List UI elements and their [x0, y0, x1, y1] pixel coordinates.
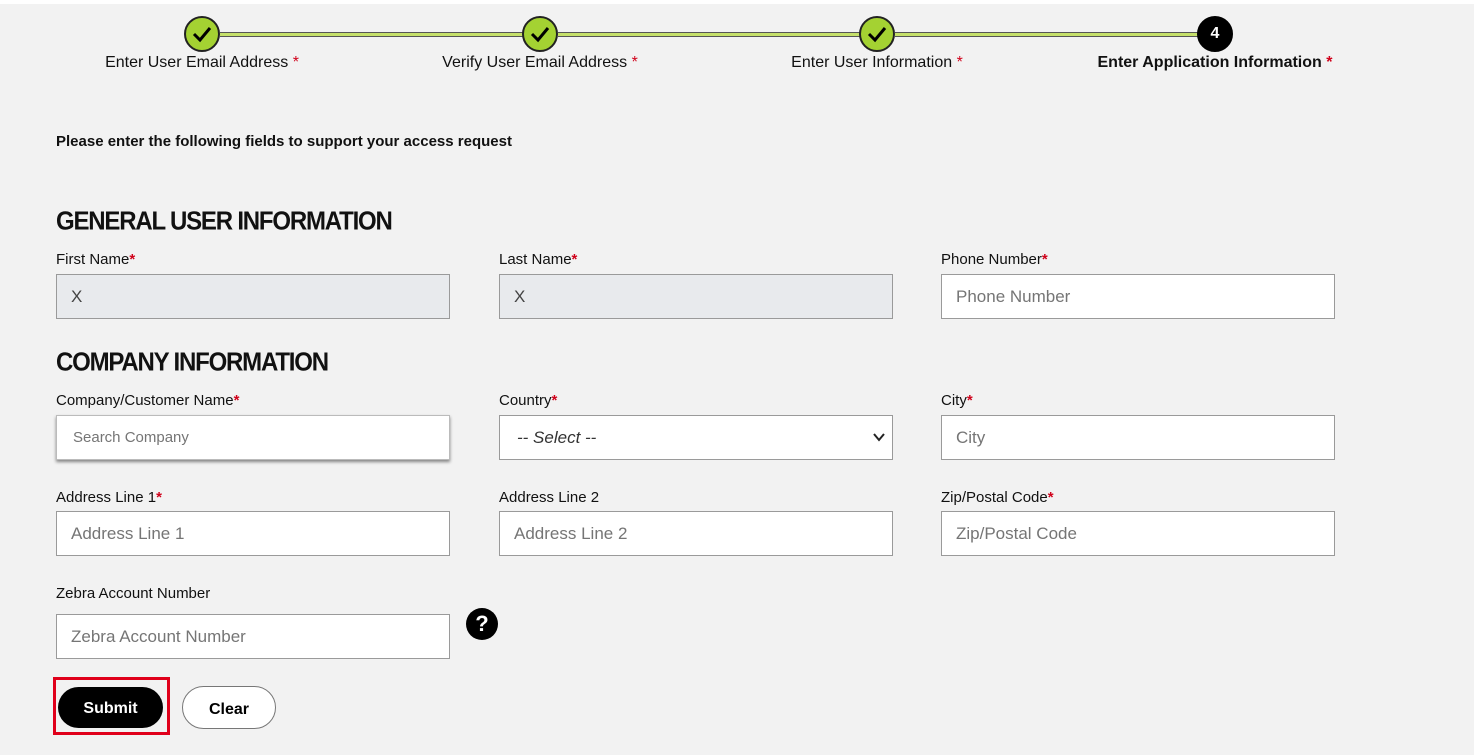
last-name-field: X — [499, 274, 893, 319]
submit-button[interactable]: Submit — [58, 687, 163, 728]
step-3-complete-icon — [859, 16, 895, 52]
step-connector — [220, 32, 524, 37]
step-1-complete-icon — [184, 16, 220, 52]
step-connector — [558, 32, 861, 37]
general-section-title: GENERAL USER INFORMATION — [56, 207, 393, 237]
company-search-input[interactable]: Search Company — [56, 415, 450, 460]
help-icon[interactable]: ? — [466, 608, 498, 640]
address1-label: Address Line 1* — [56, 489, 162, 506]
step-connector — [895, 32, 1200, 37]
city-label: City* — [941, 392, 973, 409]
step-4-current-indicator: 4 — [1197, 16, 1233, 52]
step-4-label: Enter Application Information * — [1097, 54, 1333, 71]
chevron-down-icon — [873, 433, 885, 442]
company-name-label: Company/Customer Name* — [56, 392, 240, 409]
intro-text: Please enter the following fields to sup… — [56, 133, 512, 150]
zebra-account-input[interactable]: Zebra Account Number — [56, 614, 450, 659]
country-select[interactable]: -- Select -- — [499, 415, 893, 460]
clear-button[interactable]: Clear — [182, 686, 276, 729]
first-name-label: First Name* — [56, 251, 136, 268]
step-3-label: Enter User Information * — [791, 54, 963, 71]
zebra-account-label: Zebra Account Number — [56, 585, 211, 602]
phone-label: Phone Number* — [941, 251, 1048, 268]
address1-input[interactable]: Address Line 1 — [56, 511, 450, 556]
zip-input[interactable]: Zip/Postal Code — [941, 511, 1335, 556]
company-section-title: COMPANY INFORMATION — [56, 348, 329, 378]
phone-input[interactable]: Phone Number — [941, 274, 1335, 319]
step-2-complete-icon — [522, 16, 558, 52]
step-1-label: Enter User Email Address * — [105, 54, 299, 71]
first-name-field: X — [56, 274, 450, 319]
country-selected-value: -- Select -- — [517, 427, 597, 447]
zip-label: Zip/Postal Code* — [941, 489, 1054, 506]
step-2-label: Verify User Email Address * — [442, 54, 638, 71]
last-name-label: Last Name* — [499, 251, 578, 268]
address2-input[interactable]: Address Line 2 — [499, 511, 893, 556]
country-label: Country* — [499, 392, 558, 409]
address2-label: Address Line 2 — [499, 489, 600, 506]
city-input[interactable]: City — [941, 415, 1335, 460]
